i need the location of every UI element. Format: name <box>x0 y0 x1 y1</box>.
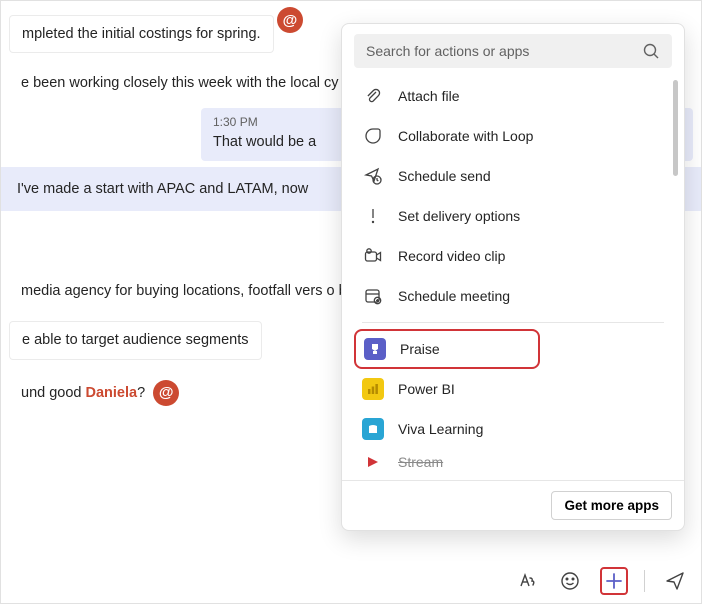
action-schedule-send[interactable]: Schedule send <box>354 156 680 196</box>
app-label: Viva Learning <box>398 421 483 437</box>
app-label: Stream <box>398 454 443 470</box>
power-bi-app-icon <box>362 378 384 400</box>
mention[interactable]: Daniela <box>86 384 138 400</box>
search-input[interactable] <box>366 43 642 59</box>
app-label: Praise <box>400 341 440 357</box>
get-more-apps-button[interactable]: Get more apps <box>551 491 672 520</box>
app-stream[interactable]: Stream <box>354 449 680 475</box>
action-label: Set delivery options <box>398 208 520 224</box>
action-label: Collaborate with Loop <box>398 128 533 144</box>
viva-app-icon <box>362 418 384 440</box>
video-clip-icon <box>362 245 384 267</box>
app-viva-learning[interactable]: Viva Learning <box>354 409 680 449</box>
action-schedule-meeting[interactable]: Schedule meeting <box>354 276 680 316</box>
action-label: Attach file <box>398 88 459 104</box>
action-record-video[interactable]: Record video clip <box>354 236 680 276</box>
action-collaborate-loop[interactable]: Collaborate with Loop <box>354 116 680 156</box>
chat-message: e able to target audience segments <box>9 321 262 359</box>
calendar-add-icon <box>362 285 384 307</box>
action-label: Schedule meeting <box>398 288 510 304</box>
action-delivery-options[interactable]: Set delivery options <box>354 196 680 236</box>
actions-apps-button[interactable] <box>600 567 628 595</box>
search-icon <box>642 42 660 60</box>
paperclip-icon <box>362 85 384 107</box>
schedule-send-icon <box>362 165 384 187</box>
app-praise[interactable]: Praise <box>354 329 540 369</box>
loop-icon <box>362 125 384 147</box>
divider <box>644 570 645 592</box>
action-label: Record video clip <box>398 248 505 264</box>
app-power-bi[interactable]: Power BI <box>354 369 680 409</box>
emoji-icon[interactable] <box>556 567 584 595</box>
scrollbar[interactable] <box>673 80 678 176</box>
praise-app-icon <box>364 338 386 360</box>
stream-app-icon <box>362 451 384 473</box>
action-attach-file[interactable]: Attach file <box>354 76 680 116</box>
divider <box>362 322 664 323</box>
format-icon[interactable] <box>512 567 540 595</box>
panel-search[interactable] <box>354 34 672 68</box>
mention-badge-icon: @ <box>153 380 179 406</box>
panel-list: Attach file Collaborate with Loop Schedu… <box>342 76 684 480</box>
send-icon[interactable] <box>661 567 689 595</box>
chat-message: mpleted the initial costings for spring. <box>9 15 274 53</box>
actions-apps-panel: Attach file Collaborate with Loop Schedu… <box>341 23 685 531</box>
action-label: Schedule send <box>398 168 491 184</box>
panel-footer: Get more apps <box>342 480 684 530</box>
compose-toolbar <box>512 567 689 595</box>
mention-badge-icon: @ <box>277 7 303 33</box>
importance-icon <box>362 205 384 227</box>
app-label: Power BI <box>398 381 455 397</box>
